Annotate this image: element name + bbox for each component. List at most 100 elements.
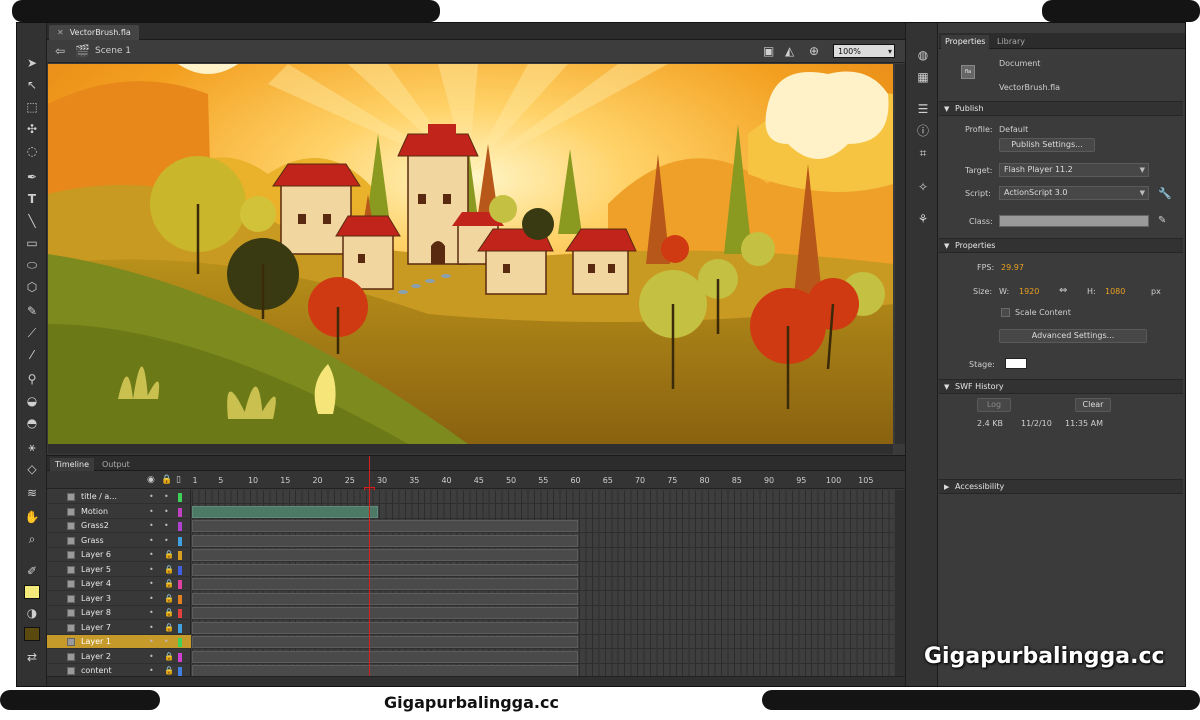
center-stage-icon[interactable]: ⊕	[809, 44, 819, 58]
clear-button[interactable]: Clear	[1075, 398, 1111, 412]
visibility-dot-icon[interactable]: •	[149, 650, 154, 664]
layer-color-swatch[interactable]	[178, 580, 182, 589]
layer-name[interactable]: Layer 2	[81, 650, 111, 664]
lasso-icon[interactable]: ◌	[21, 141, 43, 161]
layer-name[interactable]: Layer 6	[81, 548, 111, 562]
free-transform-icon[interactable]: ⬚	[21, 97, 43, 117]
frame-row[interactable]	[192, 548, 894, 562]
frame-row[interactable]	[192, 577, 894, 591]
layer-color-swatch[interactable]	[178, 623, 182, 633]
script-select[interactable]: ActionScript 3.0 ▼	[999, 186, 1149, 200]
target-select[interactable]: Flash Player 11.2 ▼	[999, 163, 1149, 177]
stroke-color-icon[interactable]: ✐	[21, 561, 43, 581]
motion-tween-span[interactable]	[192, 505, 378, 518]
frame-row[interactable]	[192, 534, 894, 548]
layer-row[interactable]: Layer 2 • 🔒	[47, 650, 191, 664]
layer-row[interactable]: Layer 5 • 🔒	[47, 563, 191, 577]
edit-scene-icon[interactable]: ▣	[763, 44, 774, 58]
visibility-dot-icon[interactable]: •	[149, 505, 154, 519]
align-panel-icon[interactable]: ☰	[915, 101, 931, 117]
color-panel-icon[interactable]: ▦	[915, 69, 931, 85]
visibility-dot-icon[interactable]: •	[149, 563, 154, 577]
lock-dot-icon[interactable]: •	[164, 519, 169, 533]
layer-row[interactable]: Layer 6 • 🔒	[47, 548, 191, 562]
components-icon[interactable]: ⚘	[915, 211, 931, 227]
layer-name[interactable]: Layer 5	[81, 563, 111, 577]
wrench-icon[interactable]: 🔧	[1158, 187, 1172, 200]
visibility-dot-icon[interactable]: •	[149, 548, 154, 562]
frame-span[interactable]	[192, 650, 578, 663]
layer-name[interactable]: Layer 4	[81, 577, 111, 591]
stage-vertical-scrollbar[interactable]	[895, 64, 905, 444]
zoom-select[interactable]: 100% ▾	[833, 44, 895, 58]
publish-section-header[interactable]: ▼ Publish	[939, 101, 1183, 116]
layer-color-swatch[interactable]	[178, 536, 182, 546]
layer-row[interactable]: Grass • •	[47, 534, 191, 548]
layer-lock-icon[interactable]: 🔒	[164, 650, 174, 664]
subselection-tool-icon[interactable]: ↖	[21, 75, 43, 95]
visibility-dot-icon[interactable]: •	[149, 577, 154, 591]
line-tool-icon[interactable]: ╲	[21, 211, 43, 231]
link-dimensions-icon[interactable]: ⇔	[1059, 285, 1067, 296]
height-value[interactable]: 1080	[1105, 287, 1125, 296]
visibility-dot-icon[interactable]: •	[149, 606, 154, 620]
layer-lock-icon[interactable]: 🔒	[164, 592, 174, 606]
fill-color-swatch[interactable]	[24, 627, 40, 641]
log-button[interactable]: Log	[977, 398, 1011, 412]
back-arrow-icon[interactable]: ⇦	[55, 44, 65, 58]
code-snippets-icon[interactable]: ✧	[915, 179, 931, 195]
frame-span[interactable]	[192, 520, 578, 532]
text-tool-icon[interactable]: T	[21, 189, 43, 209]
frame-span[interactable]	[192, 549, 578, 561]
polystar-tool-icon[interactable]: ⬡	[21, 277, 43, 297]
layer-name[interactable]: Layer 7	[81, 621, 111, 635]
tab-library[interactable]: Library	[993, 35, 1029, 49]
swf-history-section-header[interactable]: ▼ SWF History	[939, 379, 1183, 394]
layer-lock-icon[interactable]: 🔒	[164, 577, 174, 591]
visibility-dot-icon[interactable]: •	[149, 621, 154, 635]
frame-row[interactable]	[192, 592, 894, 606]
eraser-icon[interactable]: ◇	[21, 459, 43, 479]
accessibility-section-header[interactable]: ▶ Accessibility	[939, 479, 1183, 494]
layer-color-swatch[interactable]	[178, 522, 182, 531]
visibility-dot-icon[interactable]: •	[149, 635, 154, 649]
layer-name[interactable]: title / a...	[81, 490, 117, 504]
tab-properties[interactable]: Properties	[941, 35, 990, 49]
lock-dot-icon[interactable]: •	[164, 534, 169, 548]
layer-row[interactable]: Layer 4 • 🔒	[47, 577, 191, 591]
lock-dot-icon[interactable]: •	[164, 490, 169, 504]
pencil-tool-icon[interactable]: ✎	[21, 301, 43, 321]
edit-symbols-icon[interactable]: ◭	[785, 44, 794, 58]
frame-grid[interactable]	[192, 490, 894, 678]
frame-row[interactable]	[192, 490, 894, 504]
layer-name[interactable]: Layer 1	[81, 635, 111, 649]
tab-output[interactable]: Output	[97, 458, 135, 471]
class-input[interactable]	[999, 215, 1149, 227]
3d-rotation-icon[interactable]: ✣	[21, 119, 43, 139]
frame-row[interactable]	[192, 621, 894, 635]
layer-color-swatch[interactable]	[178, 652, 182, 662]
tab-timeline[interactable]: Timeline	[50, 458, 95, 471]
width-value[interactable]: 1920	[1019, 287, 1039, 296]
frame-span[interactable]	[192, 563, 578, 576]
fps-value[interactable]: 29.97	[1001, 263, 1024, 272]
frame-row[interactable]	[192, 650, 894, 664]
layer-name[interactable]: Layer 3	[81, 592, 111, 606]
frame-row[interactable]	[192, 606, 894, 620]
frame-span[interactable]	[192, 578, 578, 590]
layer-color-swatch[interactable]	[178, 565, 182, 575]
outline-icon[interactable]: ▯	[176, 475, 181, 485]
layer-lock-icon[interactable]: 🔒	[164, 548, 174, 562]
properties-section-header[interactable]: ▼ Properties	[939, 238, 1183, 253]
layer-color-swatch[interactable]	[178, 507, 182, 517]
document-tab[interactable]: ✕ VectorBrush.fla	[49, 25, 139, 40]
oval-tool-icon[interactable]: ⬭	[21, 255, 43, 275]
layer-lock-icon[interactable]: 🔒	[164, 606, 174, 620]
transform-panel-icon[interactable]: ⌗	[915, 145, 931, 161]
rectangle-tool-icon[interactable]: ▭	[21, 233, 43, 253]
layer-name[interactable]: Layer 8	[81, 606, 111, 620]
lock-dot-icon[interactable]: •	[164, 635, 169, 649]
info-panel-icon[interactable]: ⓘ	[915, 123, 931, 139]
brush-tool-icon[interactable]: ⟋	[21, 323, 43, 343]
layer-row[interactable]: Layer 1 • •	[47, 635, 191, 649]
